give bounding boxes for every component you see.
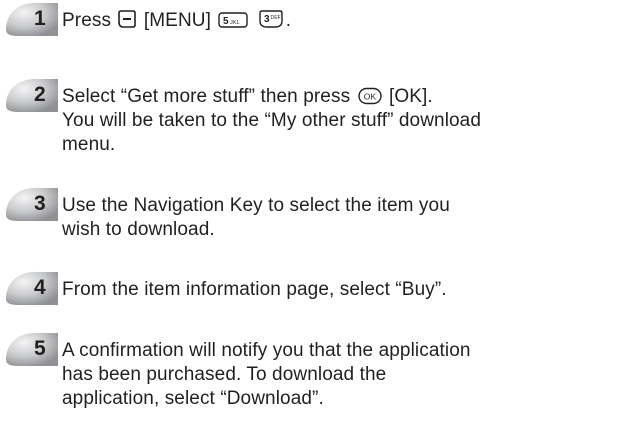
step-number: 5 bbox=[34, 337, 46, 360]
5-jkl-key-icon: 5 JKL bbox=[218, 11, 249, 29]
step-number: 2 bbox=[34, 83, 46, 106]
step-badge-icon: 1 bbox=[4, 0, 60, 38]
step-number: 3 bbox=[34, 192, 46, 215]
step-badge-icon: 2 bbox=[4, 76, 60, 114]
instruction-steps: 1 Press [MENU] 5 JKL 3 DEF . 2 Select “G… bbox=[0, 0, 619, 444]
key-letters: DEF bbox=[270, 15, 280, 21]
step-text-line: A confirmation will notify you that the … bbox=[62, 340, 471, 361]
ok-key-glyph: OK bbox=[363, 92, 376, 102]
step-text: From the item information page, select “… bbox=[62, 278, 614, 302]
step-text-segment: . bbox=[285, 10, 292, 31]
step-text-line: You will be taken to the “My other stuff… bbox=[62, 110, 482, 131]
ok-key-icon: OK bbox=[357, 87, 382, 105]
step-number: 4 bbox=[34, 276, 46, 299]
key-digit: 3 bbox=[264, 14, 270, 25]
step-text-line: From the item information page, select “… bbox=[62, 279, 447, 300]
step-text: Use the Navigation Key to select the ite… bbox=[62, 194, 614, 242]
step-text-segment: Press bbox=[62, 10, 112, 31]
step-text-segment: [OK]. bbox=[388, 86, 433, 107]
step-text-line: application, select “Download”. bbox=[62, 388, 324, 409]
step-number: 1 bbox=[34, 7, 46, 30]
key-digit: 5 bbox=[223, 16, 229, 27]
menu-label: [MENU] bbox=[143, 10, 211, 31]
step-text-line: wish to download. bbox=[62, 219, 215, 240]
step-text: A confirmation will notify you that the … bbox=[62, 339, 614, 411]
step-badge-icon: 4 bbox=[4, 269, 60, 307]
left-soft-key-icon bbox=[118, 9, 137, 29]
step-badge-icon: 3 bbox=[4, 185, 60, 223]
3-def-key-icon: 3 DEF bbox=[258, 9, 284, 29]
step-text-line: has been purchased. To download the bbox=[62, 364, 387, 385]
step-text: Select “Get more stuff” then press OK [O… bbox=[62, 85, 614, 157]
step-text-segment: Select “Get more stuff” then press bbox=[62, 86, 351, 107]
step-text: Press [MENU] 5 JKL 3 DEF . bbox=[62, 9, 614, 33]
step-text-line: menu. bbox=[62, 134, 116, 155]
step-badge-icon: 5 bbox=[4, 330, 60, 368]
step-text-line: Use the Navigation Key to select the ite… bbox=[62, 195, 450, 216]
key-letters: JKL bbox=[230, 20, 240, 26]
